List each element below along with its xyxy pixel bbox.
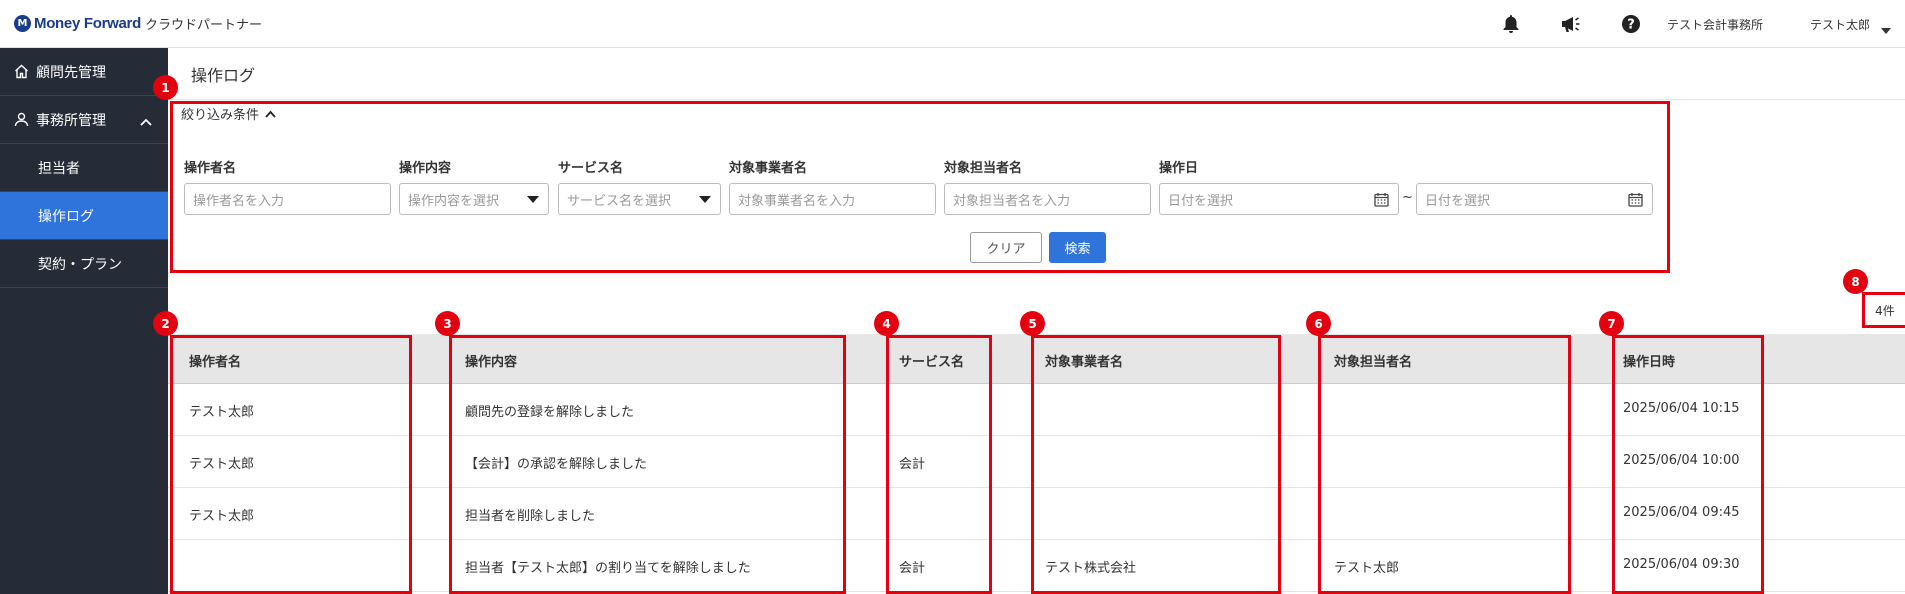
placeholder-text: 操作内容を選択 [408,193,500,209]
money-forward-logo-icon: M [14,15,31,32]
sidebar-item-label: 事務所管理 [36,112,106,129]
annotation-marker-4: 4 [874,311,899,336]
person-icon [14,112,36,127]
calendar-icon[interactable] [1628,192,1643,211]
service-name-select[interactable]: サービス名を選択 [558,183,721,215]
sidebar: 顧問先管理 事務所管理 担当者 操作ログ 契約・プラン [0,48,168,594]
table-row: テスト太郎 担当者を削除しました 2025/06/04 09:45 [168,488,1905,540]
cell-operation: 顧問先の登録を解除しました [465,405,635,420]
date-from-input[interactable]: 日付を選択 [1159,183,1399,215]
brand-name: Money Forward [34,15,141,32]
sidebar-item-label: 契約・プラン [38,256,122,273]
filter-toggle-label: 絞り込み条件 [181,108,260,123]
column-header-staff[interactable]: 対象担当者名 [1334,351,1412,370]
date-to-input[interactable]: 日付を選択 [1416,183,1653,215]
cell-service: 会計 [899,457,926,472]
operation-date-label: 操作日 [1159,161,1199,176]
office-name[interactable]: テスト会計事務所 [1667,16,1763,33]
placeholder-text: 日付を選択 [1425,193,1491,209]
sidebar-item-staff[interactable]: 担当者 [0,144,168,192]
table-row: 担当者【テスト太郎】の割り当てを解除しました 会計 テスト株式会社 テスト太郎 … [168,540,1905,592]
svg-text:?: ? [1627,18,1635,33]
chevron-up-icon [265,110,276,118]
annotation-marker-6: 6 [1306,311,1331,336]
dropdown-caret-icon [527,196,539,203]
chevron-up-icon[interactable] [140,114,152,130]
placeholder-text: サービス名を選択 [567,193,672,209]
target-business-label: 対象事業者名 [729,161,808,176]
filter-toggle[interactable]: 絞り込み条件 [181,104,276,123]
sidebar-item-operation-log[interactable]: 操作ログ [0,192,168,240]
sidebar-item-label: 担当者 [38,160,80,177]
annotation-marker-3: 3 [435,311,460,336]
user-name[interactable]: テスト太郎 [1810,16,1870,33]
operation-content-label: 操作内容 [399,161,452,176]
title-divider [168,99,1905,100]
megaphone-icon[interactable] [1559,12,1583,36]
page-title: 操作ログ [191,66,256,85]
column-header-business[interactable]: 対象事業者名 [1045,351,1123,370]
placeholder-text: 操作者名を入力 [193,193,285,209]
table-row: テスト太郎 【会計】の承認を解除しました 会計 2025/06/04 10:00 [168,436,1905,488]
annotation-marker-8: 8 [1843,269,1868,294]
table-row: テスト太郎 顧問先の登録を解除しました 2025/06/04 10:15 [168,384,1905,436]
operator-name-label: 操作者名 [184,161,237,176]
annotation-marker-2: 2 [153,311,178,336]
operator-name-input[interactable]: 操作者名を入力 [184,183,391,215]
cell-operation: 担当者を削除しました [465,509,596,524]
placeholder-text: 対象事業者名を入力 [738,193,856,209]
cell-datetime: 2025/06/04 10:00 [1623,453,1740,468]
service-name-label: サービス名 [558,161,624,176]
operation-content-select[interactable]: 操作内容を選択 [399,183,549,215]
sidebar-item-clients[interactable]: 顧問先管理 [0,48,168,96]
cell-staff: テスト太郎 [1334,561,1400,576]
cell-datetime: 2025/06/04 09:45 [1623,505,1740,520]
clear-button[interactable]: クリア [970,232,1042,263]
date-range-separator: ~ [1402,190,1413,205]
column-header-datetime[interactable]: 操作日時 [1623,351,1675,370]
help-icon[interactable]: ? [1619,12,1643,36]
annotation-marker-5: 5 [1020,311,1045,336]
search-button[interactable]: 検索 [1049,232,1106,263]
cell-datetime: 2025/06/04 09:30 [1623,557,1740,572]
sidebar-item-office[interactable]: 事務所管理 [0,96,168,144]
home-icon [14,64,36,79]
cell-datetime: 2025/06/04 10:15 [1623,401,1740,416]
calendar-icon[interactable] [1374,192,1389,211]
bell-icon[interactable] [1499,12,1523,36]
annotation-marker-7: 7 [1599,311,1624,336]
target-staff-input[interactable]: 対象担当者名を入力 [944,183,1151,215]
cell-business: テスト株式会社 [1045,561,1137,576]
target-business-input[interactable]: 対象事業者名を入力 [729,183,936,215]
sidebar-item-label: 操作ログ [38,208,94,225]
target-staff-label: 対象担当者名 [944,161,1023,176]
column-header-service[interactable]: サービス名 [899,351,964,370]
sidebar-item-label: 顧問先管理 [36,64,106,81]
cell-operator: テスト太郎 [189,405,255,420]
product-name: クラウドパートナー [144,18,262,33]
cell-operation: 【会計】の承認を解除しました [465,457,648,472]
placeholder-text: 対象担当者名を入力 [953,193,1071,209]
column-header-operator[interactable]: 操作者名 [189,351,241,370]
cell-operator: テスト太郎 [189,457,255,472]
brand-logo[interactable]: M Money Forward クラウドパートナー [14,14,262,33]
sidebar-item-contract-plan[interactable]: 契約・プラン [0,240,168,288]
cell-service: 会計 [899,561,926,576]
annotation-marker-1: 1 [153,75,178,100]
dropdown-caret-icon [699,196,711,203]
chevron-down-icon[interactable] [1881,20,1891,39]
cell-operation: 担当者【テスト太郎】の割り当てを解除しました [465,561,751,576]
cell-operator: テスト太郎 [189,509,255,524]
result-count: 4件 [1862,292,1905,328]
table-header-row: 操作者名 操作内容 サービス名 対象事業者名 対象担当者名 操作日時 [168,334,1905,384]
placeholder-text: 日付を選択 [1168,193,1234,209]
column-header-operation[interactable]: 操作内容 [465,351,517,370]
